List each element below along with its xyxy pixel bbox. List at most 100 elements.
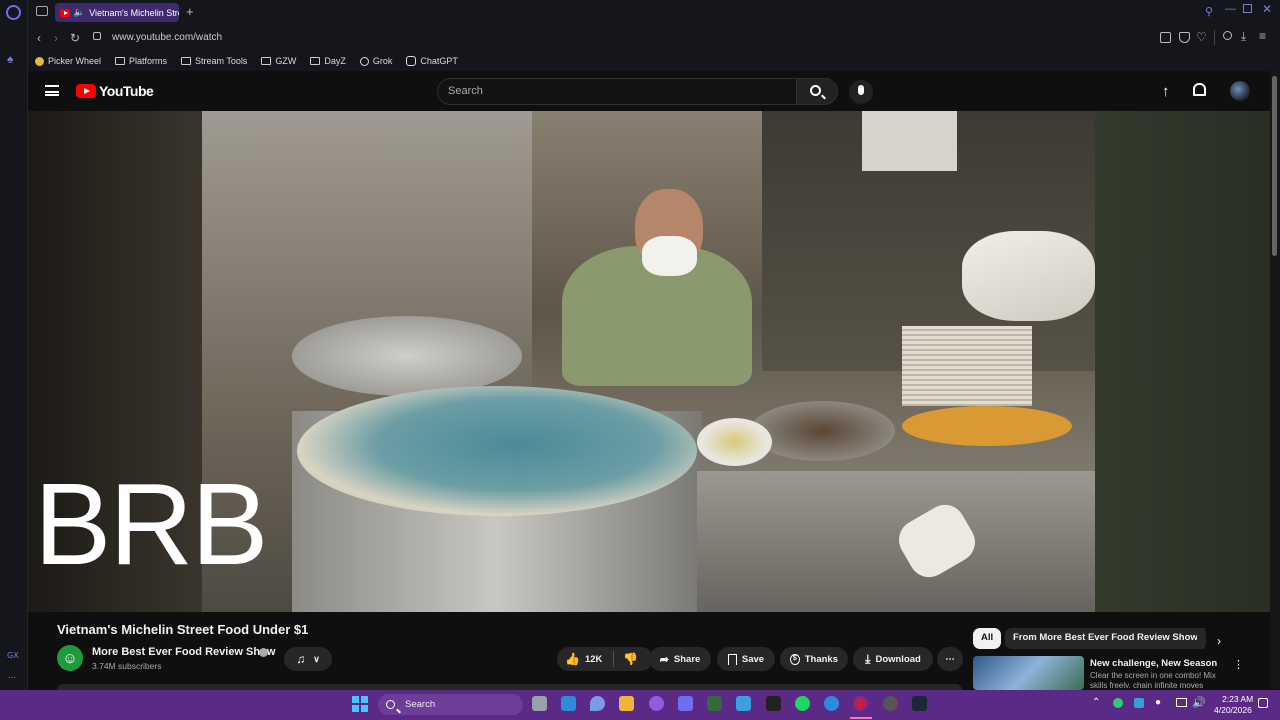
download-button[interactable]: ⤓ Download bbox=[853, 647, 933, 671]
download-icon: ⤓ bbox=[865, 651, 871, 666]
channel-avatar[interactable]: ☺ bbox=[57, 645, 83, 671]
back-icon[interactable]: ‹ bbox=[37, 31, 41, 45]
channel-name[interactable]: More Best Ever Food Review Show bbox=[92, 646, 275, 658]
voice-search-icon[interactable] bbox=[849, 80, 873, 104]
thumbs-down-icon[interactable]: 👎 bbox=[623, 652, 638, 666]
snapshot-icon[interactable] bbox=[1160, 32, 1171, 43]
search-icon bbox=[386, 700, 395, 709]
thumbs-up-icon[interactable]: 👍 bbox=[565, 652, 580, 666]
forward-icon[interactable]: › bbox=[54, 31, 58, 45]
bookmarks-bar: Picker Wheel Platforms Stream Tools GZW … bbox=[28, 51, 1280, 71]
bookmark-stream-tools[interactable]: Stream Tools bbox=[181, 56, 247, 66]
search-icon bbox=[810, 85, 821, 96]
edge-icon[interactable] bbox=[824, 696, 839, 711]
opera-gx-icon[interactable] bbox=[853, 696, 868, 711]
search-input[interactable]: Search bbox=[437, 78, 797, 105]
like-count[interactable]: 12K bbox=[585, 654, 602, 665]
chevron-up-icon[interactable]: ⌃ bbox=[1092, 697, 1100, 708]
bookmark-chatgpt[interactable]: ChatGPT bbox=[406, 56, 458, 66]
excel-icon[interactable] bbox=[707, 696, 722, 711]
speaker-icon[interactable]: 🔈 bbox=[74, 7, 85, 18]
recommendation-thumbnail[interactable] bbox=[973, 656, 1084, 690]
calculator-icon[interactable] bbox=[678, 696, 693, 711]
sidebar-gx-label[interactable]: GX bbox=[7, 651, 19, 660]
app-icon[interactable] bbox=[649, 696, 664, 711]
photos-icon[interactable] bbox=[561, 696, 576, 711]
spotify-icon[interactable] bbox=[795, 696, 810, 711]
opera-logo-icon[interactable] bbox=[6, 5, 21, 20]
bookmark-label: Platforms bbox=[129, 56, 168, 66]
bookmark-dayz[interactable]: DayZ bbox=[310, 56, 346, 66]
download-label: Download bbox=[875, 653, 921, 665]
upload-icon[interactable]: ↑ bbox=[1162, 83, 1170, 100]
steam-icon[interactable] bbox=[912, 696, 927, 711]
menu-icon[interactable] bbox=[45, 85, 59, 96]
save-button[interactable]: Save bbox=[717, 647, 775, 671]
sidebar-more-icon[interactable]: ... bbox=[8, 670, 16, 681]
tab-menu-icon[interactable] bbox=[36, 6, 48, 16]
folder-icon bbox=[261, 57, 272, 65]
youtube-logo[interactable]: YouTube bbox=[76, 83, 154, 99]
clock-time[interactable]: 2:23 AM bbox=[1222, 694, 1253, 704]
youtube-logo-text: YouTube bbox=[99, 83, 154, 99]
more-actions-button[interactable]: ⋯ bbox=[937, 647, 963, 671]
folder-icon bbox=[115, 57, 126, 65]
close-icon[interactable]: ✕ bbox=[1262, 2, 1272, 16]
sidebar-extension-icon[interactable]: ♠ bbox=[7, 52, 21, 66]
bookmark-grok[interactable]: Grok bbox=[359, 56, 392, 66]
clock-date[interactable]: 4/20/2026 bbox=[1214, 705, 1252, 715]
notifications-bell-icon[interactable] bbox=[1193, 83, 1206, 96]
profile-icon[interactable] bbox=[1223, 31, 1232, 40]
download-icon[interactable]: ⤓ bbox=[1241, 29, 1246, 44]
shield-icon[interactable] bbox=[1179, 32, 1190, 43]
obs-icon[interactable] bbox=[883, 696, 898, 711]
notepad-icon[interactable] bbox=[736, 696, 751, 711]
reload-icon[interactable]: ↻ bbox=[70, 31, 80, 45]
rolls-tray bbox=[902, 406, 1072, 446]
tray-app-icon[interactable] bbox=[1113, 698, 1123, 708]
thanks-button[interactable]: $ Thanks bbox=[780, 647, 848, 671]
capcut-icon[interactable] bbox=[766, 696, 781, 711]
gloved-hand bbox=[962, 231, 1095, 321]
tray-shield-icon[interactable] bbox=[1134, 698, 1144, 708]
volume-icon[interactable]: 🔊 bbox=[1192, 696, 1206, 709]
easy-setup-icon[interactable]: ≡ bbox=[1259, 29, 1266, 43]
chatgpt-icon bbox=[406, 56, 417, 66]
subscription-bell-button[interactable]: ♫ ∨ bbox=[284, 647, 332, 671]
chevron-right-icon[interactable]: › bbox=[1217, 634, 1221, 648]
bookmark-picker-wheel[interactable]: Picker Wheel bbox=[35, 56, 101, 66]
maximize-icon[interactable] bbox=[1243, 4, 1252, 13]
url-field[interactable]: www.youtube.com/watch bbox=[112, 32, 222, 43]
network-icon[interactable] bbox=[1176, 698, 1187, 707]
share-button[interactable]: ➦ Share bbox=[649, 647, 711, 671]
scrollbar-thumb[interactable] bbox=[1272, 76, 1277, 256]
chip-from-channel[interactable]: From More Best Ever Food Review Show bbox=[1005, 628, 1206, 649]
video-frame[interactable] bbox=[202, 111, 1095, 612]
bookmark-gzw[interactable]: GZW bbox=[261, 56, 296, 66]
like-divider bbox=[613, 651, 614, 667]
save-label: Save bbox=[741, 653, 765, 665]
new-tab-icon[interactable]: + bbox=[186, 4, 194, 19]
recommendation-title[interactable]: New challenge, New Season bbox=[1090, 658, 1217, 669]
taskbar-search[interactable]: Search bbox=[378, 694, 523, 715]
chip-next-partial[interactable] bbox=[1197, 628, 1205, 649]
microphone-icon[interactable]: ● bbox=[1155, 697, 1161, 708]
search-button[interactable] bbox=[796, 78, 838, 105]
tab-search-icon[interactable]: ⚲ bbox=[1205, 5, 1213, 18]
account-avatar[interactable] bbox=[1230, 81, 1250, 101]
youtube-favicon-icon bbox=[60, 8, 70, 17]
more-vertical-icon[interactable]: ⋮ bbox=[1233, 658, 1244, 671]
minimize-icon[interactable]: — bbox=[1225, 3, 1236, 15]
copilot-icon[interactable] bbox=[590, 696, 605, 711]
file-explorer-icon[interactable] bbox=[619, 696, 634, 711]
task-view-icon[interactable] bbox=[532, 696, 547, 711]
bookmark-platforms[interactable]: Platforms bbox=[115, 56, 167, 66]
start-button[interactable] bbox=[352, 696, 368, 712]
chip-all[interactable]: All bbox=[973, 628, 1002, 649]
tab-youtube-video[interactable]: 🔈 Vietnam's Michelin Stre bbox=[55, 3, 179, 22]
heart-icon[interactable]: ♡ bbox=[1196, 30, 1207, 44]
picker-wheel-icon bbox=[35, 56, 44, 66]
lock-icon[interactable] bbox=[93, 32, 101, 40]
notification-center-icon[interactable] bbox=[1258, 698, 1268, 708]
youtube-play-icon bbox=[76, 84, 96, 98]
